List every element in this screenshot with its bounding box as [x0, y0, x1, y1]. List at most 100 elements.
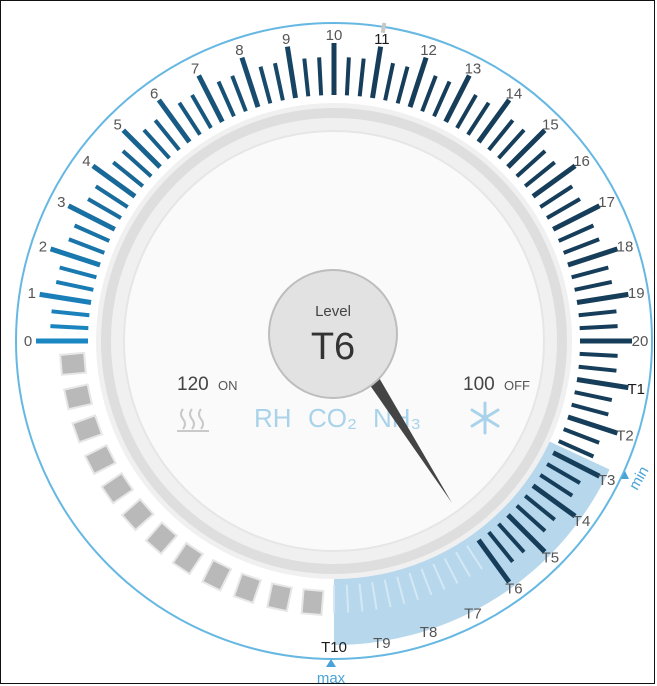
- scale-tick: [579, 351, 618, 358]
- level-value: T6: [311, 326, 355, 368]
- scale-tick: [302, 58, 311, 97]
- scale-label: 12: [420, 42, 437, 59]
- scale-tick: [344, 57, 351, 96]
- scale-tick: [557, 223, 595, 243]
- scale-label: T10: [321, 639, 347, 656]
- progress-segment: [59, 351, 87, 376]
- scale-tick: [546, 197, 581, 220]
- scale-label: 20: [632, 333, 649, 350]
- scale-label: 0: [24, 333, 32, 350]
- scale-tick: [317, 57, 324, 96]
- heat-state: ON: [218, 378, 238, 393]
- scale-label: 15: [542, 117, 559, 134]
- scale-tick: [395, 66, 410, 104]
- max-marker-label: max: [317, 670, 346, 685]
- scale-label: 19: [628, 285, 645, 302]
- scale-tick: [567, 414, 619, 436]
- scale-tick: [574, 390, 613, 403]
- scale-tick: [156, 98, 192, 144]
- scale-label: T2: [616, 428, 634, 445]
- scale-tick: [574, 279, 613, 292]
- scale-tick: [50, 324, 89, 331]
- scale-tick: [357, 58, 366, 97]
- scale-label: 2: [39, 238, 47, 255]
- progress-segment: [100, 471, 135, 505]
- scale-label: 11: [374, 31, 390, 48]
- scale-tick: [578, 309, 617, 318]
- scale-tick: [455, 94, 478, 129]
- scale-tick: [239, 56, 261, 108]
- scale-tick: [432, 80, 452, 118]
- scale-tick: [571, 402, 609, 417]
- scale-label: 6: [150, 85, 158, 102]
- scale-tick: [284, 46, 298, 99]
- progress-segment: [232, 572, 263, 605]
- scale-label: T6: [505, 581, 523, 598]
- scale-label: T8: [420, 624, 438, 641]
- scale-tick: [407, 56, 429, 108]
- scale-tick: [562, 237, 600, 255]
- progress-segment: [120, 497, 155, 532]
- scale-tick: [51, 309, 90, 318]
- scale-tick: [87, 197, 122, 220]
- scale-tick: [49, 246, 101, 268]
- scale-tick: [39, 291, 92, 305]
- scale-tick: [578, 364, 617, 373]
- scale-label: 18: [617, 238, 634, 255]
- scale-tick: [576, 377, 629, 391]
- scale-tick: [531, 163, 577, 199]
- scale-label: 7: [191, 60, 199, 77]
- scale-label: 1: [28, 285, 36, 302]
- scale-tick: [59, 265, 97, 280]
- scale-label: T1: [627, 381, 645, 398]
- scale-label: 14: [506, 85, 523, 102]
- scale-tick: [121, 128, 162, 169]
- scale-label: 3: [57, 194, 65, 211]
- progress-segment: [62, 383, 94, 411]
- scale-label: T5: [542, 549, 560, 566]
- scale-tick: [567, 246, 619, 268]
- dial-panel: 0 1 2 3 4 5 6 7 8 9 10 11 12 13 14 15 16 17 18 19 20 T1 T2 T3 T4…: [0, 0, 656, 685]
- scale-label: T7: [464, 606, 482, 623]
- progress-segment: [266, 582, 293, 613]
- rh-label: RH: [254, 403, 292, 433]
- scale-tick: [91, 163, 137, 199]
- scale-label: 16: [573, 153, 590, 170]
- scale-label: 17: [598, 194, 615, 211]
- scale-tick: [383, 62, 396, 101]
- scale-label: 8: [235, 42, 243, 59]
- max-arrow-icon: [326, 659, 336, 667]
- scale-label: T4: [573, 513, 591, 530]
- progress-segment: [300, 588, 325, 616]
- scale-tick: [216, 80, 236, 118]
- min-marker-label: min: [626, 464, 653, 493]
- scale-label: 4: [82, 153, 90, 170]
- co2-label: CO₂: [308, 403, 357, 433]
- scale-tick: [579, 324, 618, 331]
- heat-value: 120: [177, 374, 209, 395]
- scale-tick: [420, 75, 438, 113]
- scale-label: 13: [465, 60, 482, 77]
- heat-setpoint: 120 ON: [177, 374, 237, 395]
- scale-label: T3: [598, 472, 616, 489]
- scale-tick: [258, 66, 273, 104]
- cool-value: 100: [463, 374, 495, 395]
- cool-setpoint: 100 OFF: [463, 374, 530, 395]
- scale-tick: [55, 279, 94, 292]
- scale-tick: [562, 427, 600, 445]
- scale-tick: [476, 98, 512, 144]
- scale-tick: [68, 237, 106, 255]
- scale-tick: [230, 75, 248, 113]
- scale-label: 10: [326, 27, 343, 44]
- progress-segment: [71, 414, 104, 444]
- progress-segment: [171, 541, 205, 576]
- progress-segment: [144, 521, 179, 556]
- scale-label: 5: [113, 117, 121, 134]
- scale-tick: [370, 46, 384, 99]
- scale-label: T9: [373, 635, 391, 652]
- level-dial[interactable]: 0123456789 10 11121314151617181920T1T2T3T4…: [1, 1, 656, 685]
- scale-tick: [576, 291, 629, 305]
- scale-tick: [190, 94, 213, 129]
- scale-tick: [73, 223, 111, 243]
- scale-tick: [571, 265, 609, 280]
